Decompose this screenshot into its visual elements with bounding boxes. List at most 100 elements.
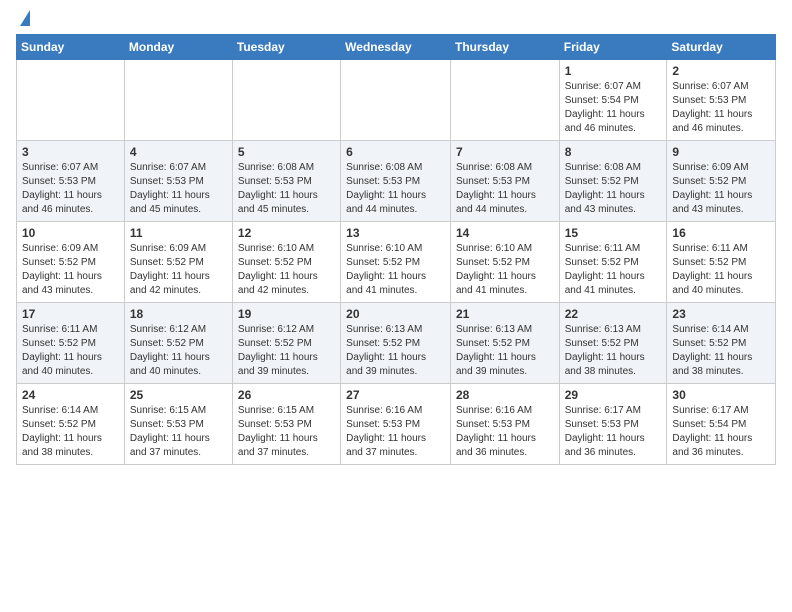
day-number: 6 [346, 145, 445, 159]
day-info: Sunrise: 6:11 AM Sunset: 5:52 PM Dayligh… [672, 242, 770, 298]
calendar-cell: 13Sunrise: 6:10 AM Sunset: 5:52 PM Dayli… [341, 222, 451, 303]
calendar-week-1: 1 Sunrise: 6:07 AM Sunset: 5:54 PM Daylig… [17, 60, 776, 141]
day-number: 1 [565, 64, 662, 78]
header [16, 10, 776, 26]
calendar-cell: 4 Sunrise: 6:07 AM Sunset: 5:53 PM Daylig… [124, 141, 232, 222]
header-sunday: Sunday [17, 35, 125, 60]
day-number: 8 [565, 145, 662, 159]
day-info: Sunrise: 6:13 AM Sunset: 5:52 PM Dayligh… [346, 323, 445, 379]
day-info: Sunrise: 6:07 AM Sunset: 5:53 PM Dayligh… [130, 161, 227, 217]
header-thursday: Thursday [450, 35, 559, 60]
day-number: 10 [22, 226, 119, 240]
day-info: Sunrise: 6:08 AM Sunset: 5:52 PM Dayligh… [565, 161, 662, 217]
day-number: 25 [130, 388, 227, 402]
day-info: Sunrise: 6:07 AM Sunset: 5:53 PM Dayligh… [672, 80, 770, 136]
day-number: 3 [22, 145, 119, 159]
calendar-cell: 10 Sunrise: 6:09 AM Sunset: 5:52 PM Dayli… [17, 222, 125, 303]
calendar-week-5: 24Sunrise: 6:14 AM Sunset: 5:52 PM Dayli… [17, 384, 776, 465]
day-number: 14 [456, 226, 554, 240]
calendar-cell: 19Sunrise: 6:12 AM Sunset: 5:52 PM Dayli… [232, 303, 340, 384]
day-number: 20 [346, 307, 445, 321]
day-number: 9 [672, 145, 770, 159]
header-monday: Monday [124, 35, 232, 60]
calendar-cell: 25 Sunrise: 6:15 AM Sunset: 5:53 PM Dayli… [124, 384, 232, 465]
calendar-cell: 28 Sunrise: 6:16 AM Sunset: 5:53 PM Dayli… [450, 384, 559, 465]
day-number: 4 [130, 145, 227, 159]
day-number: 16 [672, 226, 770, 240]
day-info: Sunrise: 6:13 AM Sunset: 5:52 PM Dayligh… [456, 323, 554, 379]
day-info: Sunrise: 6:17 AM Sunset: 5:53 PM Dayligh… [565, 404, 662, 460]
day-number: 24 [22, 388, 119, 402]
day-info: Sunrise: 6:11 AM Sunset: 5:52 PM Dayligh… [565, 242, 662, 298]
day-number: 17 [22, 307, 119, 321]
calendar-cell [17, 60, 125, 141]
day-info: Sunrise: 6:13 AM Sunset: 5:52 PM Dayligh… [565, 323, 662, 379]
day-number: 7 [456, 145, 554, 159]
day-info: Sunrise: 6:10 AM Sunset: 5:52 PM Dayligh… [238, 242, 335, 298]
day-number: 2 [672, 64, 770, 78]
day-info: Sunrise: 6:07 AM Sunset: 5:53 PM Dayligh… [22, 161, 119, 217]
day-info: Sunrise: 6:09 AM Sunset: 5:52 PM Dayligh… [22, 242, 119, 298]
day-info: Sunrise: 6:09 AM Sunset: 5:52 PM Dayligh… [672, 161, 770, 217]
day-info: Sunrise: 6:16 AM Sunset: 5:53 PM Dayligh… [456, 404, 554, 460]
calendar-cell: 9 Sunrise: 6:09 AM Sunset: 5:52 PM Daylig… [667, 141, 776, 222]
logo-triangle-icon [20, 10, 30, 26]
calendar-cell: 23 Sunrise: 6:14 AM Sunset: 5:52 PM Dayli… [667, 303, 776, 384]
calendar-body: 1 Sunrise: 6:07 AM Sunset: 5:54 PM Daylig… [17, 60, 776, 465]
day-number: 30 [672, 388, 770, 402]
day-number: 12 [238, 226, 335, 240]
day-number: 28 [456, 388, 554, 402]
day-number: 23 [672, 307, 770, 321]
calendar-cell: 8 Sunrise: 6:08 AM Sunset: 5:52 PM Daylig… [559, 141, 667, 222]
calendar-cell: 3 Sunrise: 6:07 AM Sunset: 5:53 PM Daylig… [17, 141, 125, 222]
calendar-cell [341, 60, 451, 141]
calendar-cell: 27 Sunrise: 6:16 AM Sunset: 5:53 PM Dayli… [341, 384, 451, 465]
calendar-cell: 29 Sunrise: 6:17 AM Sunset: 5:53 PM Dayli… [559, 384, 667, 465]
day-info: Sunrise: 6:07 AM Sunset: 5:54 PM Dayligh… [565, 80, 662, 136]
day-info: Sunrise: 6:15 AM Sunset: 5:53 PM Dayligh… [238, 404, 335, 460]
day-number: 29 [565, 388, 662, 402]
header-friday: Friday [559, 35, 667, 60]
day-info: Sunrise: 6:11 AM Sunset: 5:52 PM Dayligh… [22, 323, 119, 379]
weekday-row: Sunday Monday Tuesday Wednesday Thursday… [17, 35, 776, 60]
calendar-week-2: 3 Sunrise: 6:07 AM Sunset: 5:53 PM Daylig… [17, 141, 776, 222]
calendar-cell [450, 60, 559, 141]
day-number: 26 [238, 388, 335, 402]
header-wednesday: Wednesday [341, 35, 451, 60]
day-number: 21 [456, 307, 554, 321]
calendar-cell: 1 Sunrise: 6:07 AM Sunset: 5:54 PM Daylig… [559, 60, 667, 141]
calendar-cell: 14 Sunrise: 6:10 AM Sunset: 5:52 PM Dayli… [450, 222, 559, 303]
day-number: 19 [238, 307, 335, 321]
day-number: 15 [565, 226, 662, 240]
calendar-cell: 6 Sunrise: 6:08 AM Sunset: 5:53 PM Daylig… [341, 141, 451, 222]
calendar-cell: 5 Sunrise: 6:08 AM Sunset: 5:53 PM Daylig… [232, 141, 340, 222]
calendar-cell: 17 Sunrise: 6:11 AM Sunset: 5:52 PM Dayli… [17, 303, 125, 384]
calendar-table: Sunday Monday Tuesday Wednesday Thursday… [16, 34, 776, 465]
day-info: Sunrise: 6:10 AM Sunset: 5:52 PM Dayligh… [456, 242, 554, 298]
day-info: Sunrise: 6:14 AM Sunset: 5:52 PM Dayligh… [672, 323, 770, 379]
day-number: 18 [130, 307, 227, 321]
day-info: Sunrise: 6:12 AM Sunset: 5:52 PM Dayligh… [130, 323, 227, 379]
day-number: 5 [238, 145, 335, 159]
calendar-week-3: 10 Sunrise: 6:09 AM Sunset: 5:52 PM Dayli… [17, 222, 776, 303]
logo [16, 10, 30, 26]
day-info: Sunrise: 6:08 AM Sunset: 5:53 PM Dayligh… [346, 161, 445, 217]
header-tuesday: Tuesday [232, 35, 340, 60]
day-number: 27 [346, 388, 445, 402]
day-info: Sunrise: 6:09 AM Sunset: 5:52 PM Dayligh… [130, 242, 227, 298]
calendar-cell: 24Sunrise: 6:14 AM Sunset: 5:52 PM Dayli… [17, 384, 125, 465]
calendar-cell [232, 60, 340, 141]
day-info: Sunrise: 6:17 AM Sunset: 5:54 PM Dayligh… [672, 404, 770, 460]
calendar-cell: 26 Sunrise: 6:15 AM Sunset: 5:53 PM Dayli… [232, 384, 340, 465]
day-info: Sunrise: 6:16 AM Sunset: 5:53 PM Dayligh… [346, 404, 445, 460]
page: Sunday Monday Tuesday Wednesday Thursday… [0, 0, 792, 612]
day-info: Sunrise: 6:10 AM Sunset: 5:52 PM Dayligh… [346, 242, 445, 298]
day-info: Sunrise: 6:15 AM Sunset: 5:53 PM Dayligh… [130, 404, 227, 460]
header-saturday: Saturday [667, 35, 776, 60]
calendar-cell: 12 Sunrise: 6:10 AM Sunset: 5:52 PM Dayli… [232, 222, 340, 303]
calendar-cell [124, 60, 232, 141]
day-info: Sunrise: 6:08 AM Sunset: 5:53 PM Dayligh… [456, 161, 554, 217]
calendar-week-4: 17 Sunrise: 6:11 AM Sunset: 5:52 PM Dayli… [17, 303, 776, 384]
day-info: Sunrise: 6:08 AM Sunset: 5:53 PM Dayligh… [238, 161, 335, 217]
calendar-cell: 18 Sunrise: 6:12 AM Sunset: 5:52 PM Dayli… [124, 303, 232, 384]
